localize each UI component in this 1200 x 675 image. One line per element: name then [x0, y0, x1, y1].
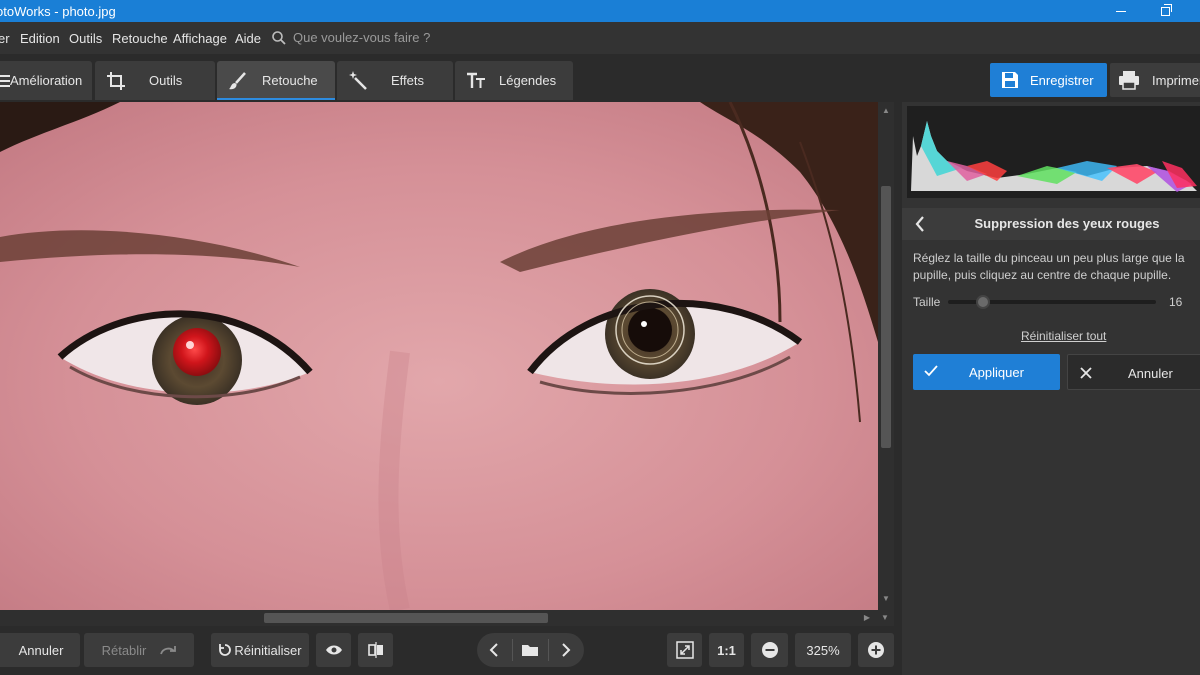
- photo-face: [0, 102, 878, 610]
- tab-legendes-label: Légendes: [499, 73, 557, 88]
- image-canvas[interactable]: [0, 102, 878, 610]
- horizontal-scroll-thumb[interactable]: [264, 613, 548, 623]
- search-placeholder: Que voulez-vous faire ?: [293, 30, 431, 45]
- undo-label: Annuler: [18, 642, 64, 658]
- redo-icon: [160, 646, 177, 655]
- folder-icon: [522, 645, 538, 656]
- menu-aide[interactable]: Aide: [235, 31, 261, 46]
- scroll-up-icon[interactable]: ▲: [881, 106, 891, 116]
- reset-label: Réinitialiser: [234, 642, 302, 658]
- reset-all-link[interactable]: Réinitialiser tout: [1021, 329, 1106, 343]
- tab-outils-label: Outils: [149, 73, 183, 88]
- close-icon: [1080, 367, 1092, 379]
- tab-outils[interactable]: Outils: [95, 61, 215, 100]
- tab-retouche[interactable]: Retouche: [217, 61, 335, 100]
- window-title: otoWorks - photo.jpg: [0, 4, 116, 19]
- cancel-button[interactable]: Annuler: [1067, 354, 1200, 390]
- previous-image-button[interactable]: [477, 633, 511, 667]
- minimize-icon: [1116, 10, 1126, 12]
- save-label: Enregistrer: [1030, 73, 1094, 88]
- zoom-out-icon: [761, 642, 778, 658]
- horizontal-scrollbar[interactable]: ▶: [0, 610, 878, 626]
- brush-size-slider[interactable]: [948, 295, 1156, 309]
- print-button[interactable]: Imprimer: [1110, 63, 1200, 97]
- crop-icon: [107, 72, 125, 90]
- actual-size-button[interactable]: 1:1: [709, 633, 744, 667]
- brush-size-knob[interactable]: [976, 295, 990, 309]
- tab-legendes[interactable]: Légendes: [455, 61, 573, 100]
- scroll-down-right-icon: ▼: [881, 613, 889, 622]
- undo-button[interactable]: Annuler: [0, 633, 80, 667]
- print-label: Imprimer: [1152, 73, 1200, 88]
- chevron-left-icon: [489, 643, 498, 657]
- menu-edition[interactable]: Edition: [20, 31, 60, 46]
- image-navigation: [477, 633, 584, 667]
- zoom-in-button[interactable]: [858, 633, 894, 667]
- panel-description: Réglez la taille du pinceau un peu plus …: [913, 251, 1185, 282]
- scroll-right-icon[interactable]: ▶: [862, 613, 872, 623]
- zoom-in-icon: [868, 642, 884, 658]
- fit-to-screen-button[interactable]: [667, 633, 702, 667]
- tab-amelioration[interactable]: Amélioration: [0, 61, 92, 100]
- zoom-out-button[interactable]: [751, 633, 788, 667]
- magic-wand-icon: [349, 71, 367, 90]
- menu-outils[interactable]: Outils: [69, 31, 102, 46]
- actual-size-label: 1:1: [717, 642, 736, 658]
- histogram: [907, 106, 1200, 198]
- zoom-level[interactable]: 325%: [795, 633, 851, 667]
- vertical-scroll-thumb[interactable]: [881, 186, 891, 448]
- check-icon: [924, 365, 938, 377]
- minimize-button[interactable]: [1098, 0, 1144, 22]
- redo-button[interactable]: Rétablir: [84, 633, 194, 667]
- chevron-right-icon: [562, 643, 571, 657]
- menu-affichage[interactable]: Affichage: [173, 31, 227, 46]
- tab-retouche-label: Retouche: [262, 73, 318, 88]
- tab-amelioration-label: Amélioration: [10, 73, 83, 88]
- scroll-down-icon[interactable]: ▼: [881, 594, 891, 604]
- save-button[interactable]: Enregistrer: [990, 63, 1107, 97]
- menu-retouche[interactable]: Retouche: [112, 31, 168, 46]
- panel-header: Suppression des yeux rouges: [902, 208, 1200, 240]
- open-folder-button[interactable]: [513, 633, 547, 667]
- menu-file[interactable]: er: [0, 31, 10, 46]
- text-icon: [467, 72, 485, 88]
- tab-effets-label: Effets: [391, 73, 425, 88]
- brush-icon: [229, 72, 246, 90]
- cancel-label: Annuler: [1128, 366, 1173, 381]
- save-icon: [1002, 72, 1018, 88]
- apply-label: Appliquer: [969, 365, 1024, 380]
- menu-bar: er Edition Outils Retouche Affichage Aid…: [0, 22, 1200, 54]
- brush-size-label: Taille: [913, 295, 941, 309]
- apply-button[interactable]: Appliquer: [913, 354, 1060, 390]
- restore-icon: [1160, 3, 1172, 16]
- vertical-scrollbar[interactable]: ▲ ▼: [878, 102, 894, 610]
- eye-icon: [325, 645, 342, 655]
- restore-button[interactable]: [1142, 0, 1188, 22]
- compare-icon: [367, 642, 383, 658]
- next-image-button[interactable]: [549, 633, 583, 667]
- scroll-corner: ▼: [878, 610, 894, 626]
- title-bar: otoWorks - photo.jpg: [0, 0, 1200, 22]
- compare-button[interactable]: [358, 633, 393, 667]
- tab-effets[interactable]: Effets: [337, 61, 453, 100]
- preview-button[interactable]: [316, 633, 351, 667]
- brush-size-value: 16: [1169, 295, 1183, 309]
- command-search[interactable]: Que voulez-vous faire ?: [272, 30, 430, 45]
- redo-label: Rétablir: [101, 642, 147, 658]
- printer-icon: [1119, 71, 1139, 90]
- search-icon: [272, 30, 286, 45]
- fit-screen-icon: [675, 641, 694, 659]
- histogram-graph: [911, 121, 1197, 192]
- panel-title: Suppression des yeux rouges: [974, 216, 1160, 231]
- zoom-value: 325%: [806, 642, 840, 658]
- reset-icon: [219, 644, 232, 656]
- reset-button[interactable]: Réinitialiser: [211, 633, 309, 667]
